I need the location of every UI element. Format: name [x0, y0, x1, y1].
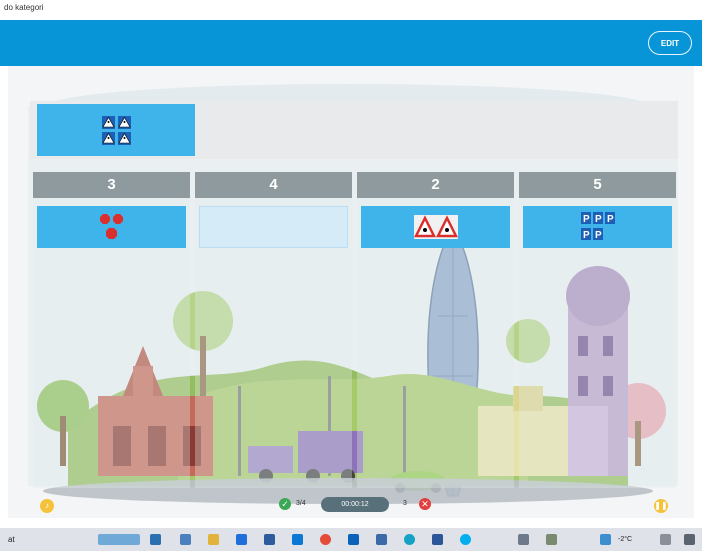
placed-card-stop-signs[interactable]	[37, 206, 186, 248]
category-header-2: 4	[195, 172, 352, 198]
category-header-4: 5	[519, 172, 676, 198]
word-icon[interactable]	[432, 534, 443, 545]
network-icon[interactable]	[684, 534, 695, 545]
placed-card-parking-signs[interactable]: P P P P P	[523, 206, 672, 248]
edit-button[interactable]: EDIT	[648, 31, 692, 55]
pause-button[interactable]: ❚❚	[654, 499, 668, 513]
task-view-icon[interactable]	[150, 534, 161, 545]
calendar-icon[interactable]	[376, 534, 387, 545]
svg-text:P: P	[607, 214, 614, 225]
correct-check-icon: ✓	[279, 498, 291, 510]
windows-taskbar: at -2°C	[0, 528, 702, 551]
edge-icon[interactable]	[404, 534, 415, 545]
warning-triangle-signs-icon	[413, 215, 458, 239]
wrong-count: 3	[403, 500, 407, 507]
search-highlight-icon[interactable]	[98, 534, 140, 545]
svg-text:P: P	[595, 230, 602, 241]
draggable-sign-card[interactable]	[37, 104, 195, 156]
correct-count: 3/4	[296, 500, 306, 507]
paint-icon[interactable]	[518, 534, 529, 545]
wrong-x-icon: ✕	[419, 498, 431, 510]
top-bar	[0, 20, 702, 66]
chrome-icon[interactable]	[320, 534, 331, 545]
file-explorer-icon[interactable]	[208, 534, 219, 545]
taskbar-left-text: at	[8, 535, 15, 544]
amazon-icon[interactable]	[264, 534, 275, 545]
placed-card-warning-signs[interactable]	[361, 206, 510, 248]
timer-display: 00:00:12	[321, 497, 389, 512]
window-titlebar: do kategori	[0, 0, 702, 20]
svg-text:P: P	[583, 230, 590, 241]
system-tray-icon[interactable]	[660, 534, 671, 545]
dropbox-icon[interactable]	[236, 534, 247, 545]
settings-icon[interactable]	[546, 534, 557, 545]
stop-signs-icon	[99, 214, 123, 239]
mail-icon[interactable]	[348, 534, 359, 545]
empty-drop-zone[interactable]	[199, 206, 348, 248]
weather-icon[interactable]	[600, 534, 611, 545]
taskbar-temperature: -2°C	[618, 536, 633, 543]
svg-text:P: P	[583, 214, 590, 225]
skype-icon[interactable]	[460, 534, 471, 545]
svg-text:P: P	[595, 214, 602, 225]
category-header-3: 2	[357, 172, 514, 198]
category-header-1: 3	[33, 172, 190, 198]
sound-toggle-button[interactable]: ♪	[40, 499, 54, 513]
parking-signs-icon: P P P P P	[580, 212, 615, 241]
pedestrian-crossing-signs-icon	[101, 115, 131, 145]
window-title: do kategori	[4, 3, 44, 12]
chat-icon[interactable]	[180, 534, 191, 545]
store-icon[interactable]	[292, 534, 303, 545]
